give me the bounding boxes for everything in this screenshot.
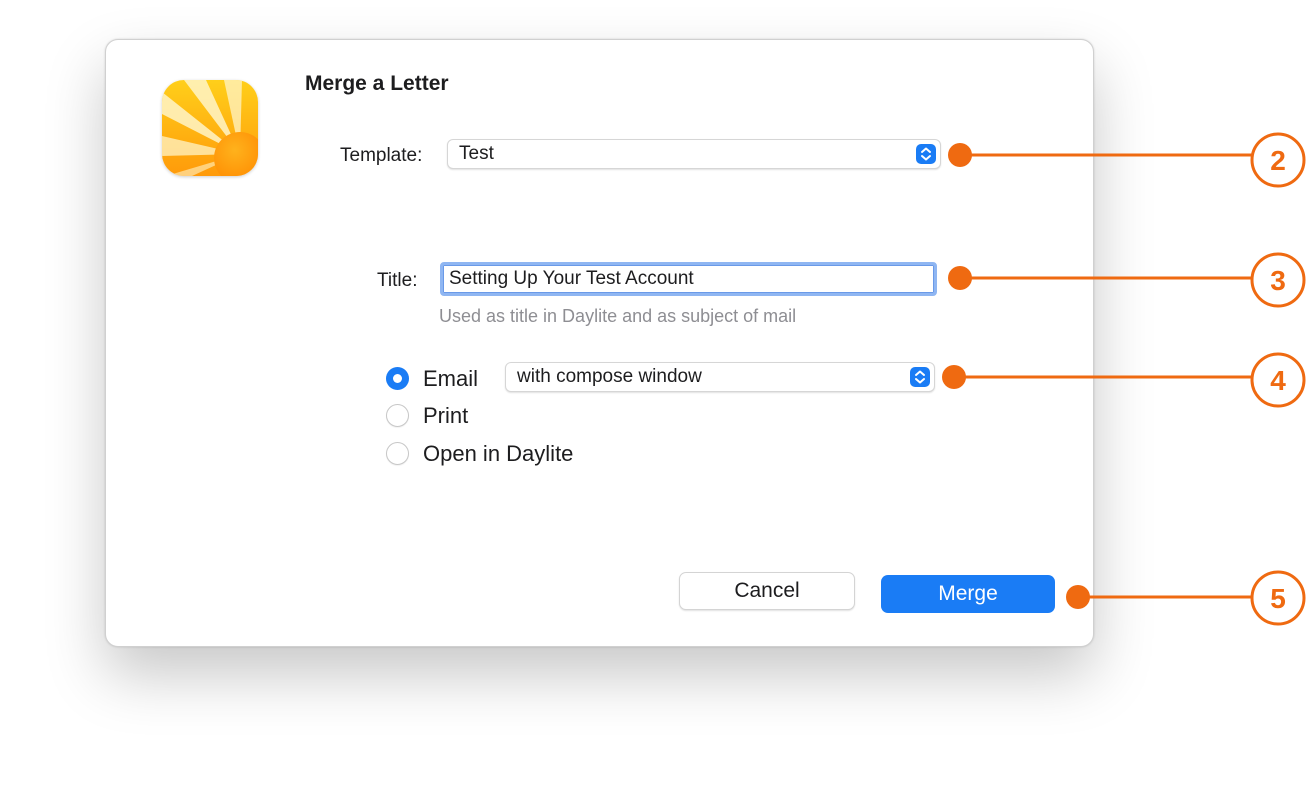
callout-3-number: 3 bbox=[1270, 265, 1286, 296]
callout-4-number: 4 bbox=[1270, 365, 1286, 396]
callout-5-number: 5 bbox=[1270, 583, 1286, 614]
callout-4: 4 bbox=[942, 352, 1306, 408]
callout-2: 2 bbox=[948, 132, 1306, 188]
callout-5: 5 bbox=[1066, 570, 1306, 626]
callout-3: 3 bbox=[948, 252, 1306, 308]
callout-2-number: 2 bbox=[1270, 145, 1286, 176]
callout-annotations: 2 3 4 5 bbox=[942, 132, 1306, 626]
